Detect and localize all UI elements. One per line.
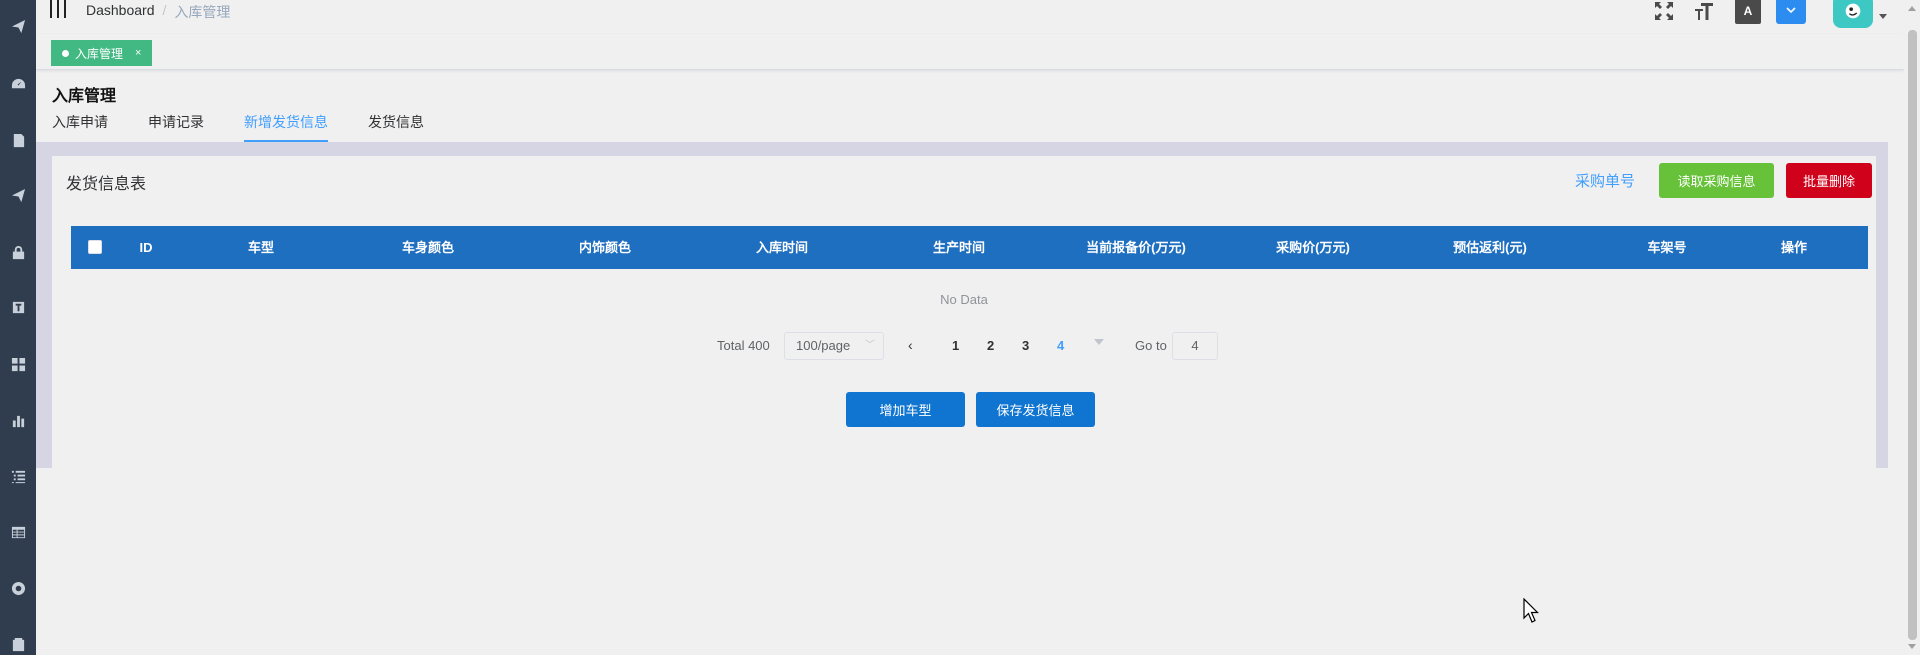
dashboard-icon[interactable] <box>8 74 28 94</box>
language-icon[interactable]: A <box>1735 0 1761 24</box>
grid-icon[interactable] <box>8 354 28 374</box>
column-header[interactable]: ID <box>121 226 171 269</box>
column-header[interactable]: 车身颜色 <box>368 226 488 269</box>
tabs: 入库申请 申请记录 新增发货信息 发货信息 <box>52 110 464 142</box>
tab-shipping-info[interactable]: 发货信息 <box>368 110 424 142</box>
scrollbar[interactable] <box>1904 0 1920 655</box>
page-number-current[interactable]: 4 <box>1057 338 1064 353</box>
avatar-caret-icon[interactable] <box>1879 14 1887 19</box>
empty-text: No Data <box>940 292 988 307</box>
hamburger-icon[interactable] <box>50 0 66 18</box>
clipboard-icon[interactable] <box>8 634 28 654</box>
column-header[interactable]: 预估返利(元) <box>1420 226 1560 269</box>
column-header[interactable]: 入库时间 <box>722 226 842 269</box>
send-icon[interactable] <box>8 185 28 205</box>
column-header[interactable]: 车架号 <box>1607 226 1727 269</box>
list-icon[interactable] <box>8 466 28 486</box>
send-icon[interactable] <box>8 16 28 36</box>
pagination: Total 400 100/page ﹀ ‹ 1 2 3 4 Go to 4 <box>52 332 1876 360</box>
document-icon[interactable] <box>8 130 28 150</box>
shipping-panel: 发货信息表 采购单号 读取采购信息 批量删除 ID 车型 车身颜色 内饰颜色 入… <box>52 156 1876 468</box>
tags-view: 入库管理 × <box>36 34 1904 70</box>
tab-apply-records[interactable]: 申请记录 <box>148 110 204 142</box>
page-number[interactable]: 3 <box>1022 338 1029 353</box>
text-icon[interactable] <box>8 297 28 317</box>
font-size-icon[interactable] <box>1693 0 1715 22</box>
column-header[interactable]: 采购价(万元) <box>1243 226 1383 269</box>
lock-icon[interactable] <box>8 242 28 262</box>
mouse-cursor-icon <box>1523 598 1539 623</box>
page-number[interactable]: 2 <box>987 338 994 353</box>
breadcrumb: Dashboard / 入库管理 <box>86 2 230 22</box>
add-model-button[interactable]: 增加车型 <box>846 392 965 427</box>
column-header[interactable]: 当前报备价(万元) <box>1056 226 1216 269</box>
next-page-icon[interactable] <box>1094 339 1104 345</box>
fullscreen-icon[interactable] <box>1653 0 1675 22</box>
breadcrumb-home[interactable]: Dashboard <box>86 2 155 22</box>
scroll-up-icon[interactable] <box>1908 6 1916 11</box>
chart-icon[interactable] <box>8 410 28 430</box>
dropdown-icon[interactable] <box>1776 0 1806 24</box>
scroll-down-icon[interactable] <box>1908 644 1916 649</box>
page-title: 入库管理 <box>52 88 117 105</box>
batch-delete-button[interactable]: 批量删除 <box>1786 163 1872 198</box>
tag-dot-icon <box>62 49 69 57</box>
column-header[interactable]: 生产时间 <box>899 226 1019 269</box>
pagination-total: Total 400 <box>717 338 770 353</box>
sidebar <box>0 0 36 655</box>
page-size-value: 100/page <box>796 338 851 353</box>
tab-new-shipping[interactable]: 新增发货信息 <box>244 110 328 142</box>
table-header: ID 车型 车身颜色 内饰颜色 入库时间 生产时间 当前报备价(万元) 采购价(… <box>71 226 1868 269</box>
table-icon[interactable] <box>8 522 28 542</box>
column-header[interactable]: 内饰颜色 <box>545 226 665 269</box>
content-area: 发货信息表 采购单号 读取采购信息 批量删除 ID 车型 车身颜色 内饰颜色 入… <box>36 142 1888 468</box>
navbar: Dashboard / 入库管理 A <box>36 0 1904 34</box>
tag-label: 入库管理 <box>75 46 124 61</box>
column-header[interactable]: 操作 <box>1754 226 1834 269</box>
purchase-order-link[interactable]: 采购单号 <box>1575 170 1635 191</box>
goto-label: Go to <box>1135 338 1167 353</box>
page-size-select[interactable]: 100/page ﹀ <box>784 332 884 360</box>
breadcrumb-current: 入库管理 <box>174 4 231 20</box>
tag-close-icon[interactable]: × <box>135 47 141 59</box>
select-all-checkbox[interactable] <box>88 240 102 254</box>
language-label: A <box>1743 4 1753 18</box>
avatar[interactable] <box>1833 0 1873 28</box>
tag-active[interactable]: 入库管理 × <box>51 40 153 66</box>
save-shipping-button[interactable]: 保存发货信息 <box>976 392 1095 427</box>
page-number[interactable]: 1 <box>952 338 959 353</box>
prev-page-icon[interactable]: ‹ <box>908 337 913 353</box>
goto-input[interactable]: 4 <box>1172 332 1218 360</box>
scroll-thumb[interactable] <box>1908 30 1917 640</box>
target-icon[interactable] <box>8 578 28 598</box>
column-header[interactable]: 车型 <box>211 226 311 269</box>
panel-title: 发货信息表 <box>66 176 147 193</box>
chevron-down-icon: ﹀ <box>865 340 875 351</box>
tab-inbound-apply[interactable]: 入库申请 <box>52 110 108 142</box>
avatar-icon <box>1845 3 1861 19</box>
read-purchase-button[interactable]: 读取采购信息 <box>1659 163 1774 198</box>
breadcrumb-separator: / <box>162 2 167 18</box>
